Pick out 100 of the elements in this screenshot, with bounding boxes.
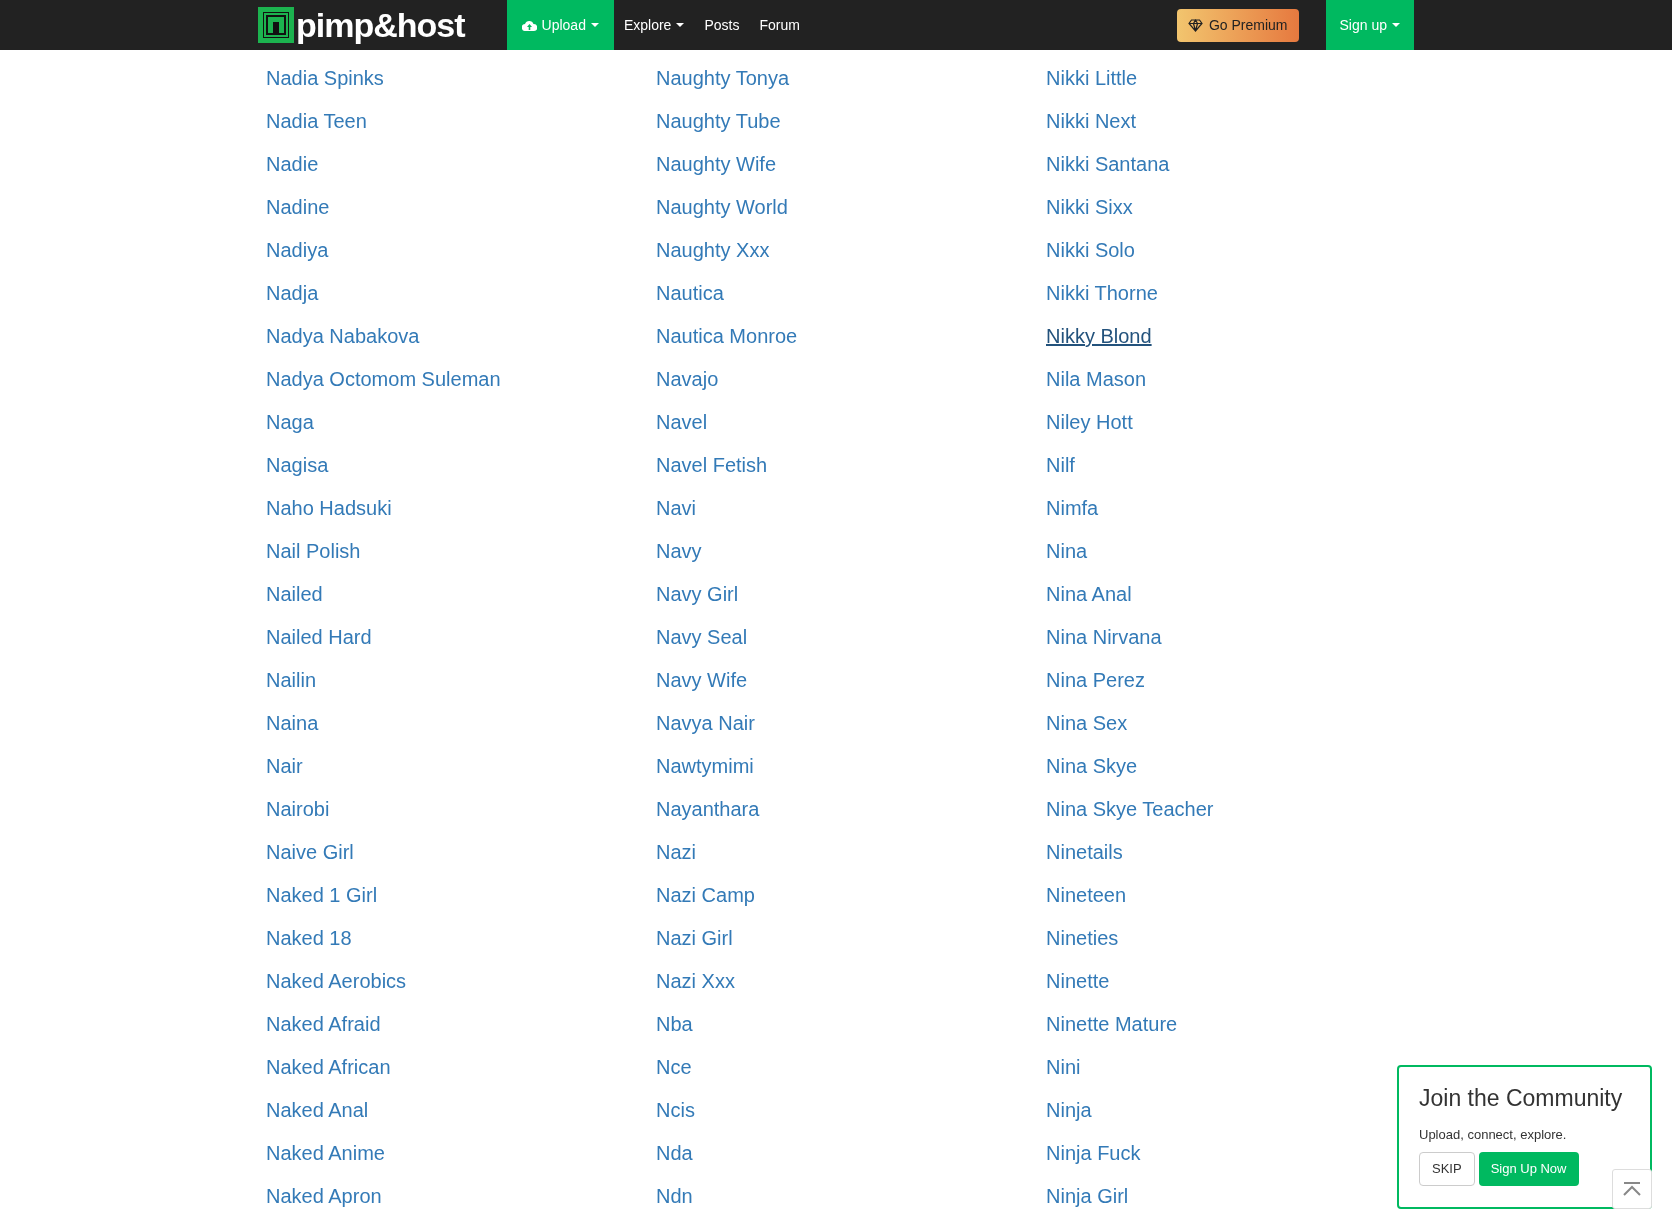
tag-link[interactable]: Naked Afraid bbox=[266, 1003, 381, 1046]
cloud-upload-icon bbox=[521, 19, 537, 31]
tag-link[interactable]: Nadya Octomom Suleman bbox=[266, 358, 501, 401]
tag-link[interactable]: Naughty Xxx bbox=[656, 229, 770, 272]
sign-up-now-button[interactable]: Sign Up Now bbox=[1478, 1152, 1579, 1186]
tag-link[interactable]: Navy Seal bbox=[656, 616, 748, 659]
tag-link[interactable]: Nina Perez bbox=[1046, 659, 1145, 702]
popup-text: Upload, connect, explore. bbox=[1419, 1125, 1568, 1144]
tag-link[interactable]: Nadya Nabakova bbox=[266, 315, 420, 358]
tag-link[interactable]: Nimfa bbox=[1046, 487, 1099, 530]
tag-link[interactable]: Nina bbox=[1046, 530, 1088, 573]
nav-menu-item[interactable]: Upload bbox=[506, 0, 614, 50]
maze-logo-icon bbox=[258, 7, 294, 43]
tag-link[interactable]: Ninette Mature bbox=[1046, 1003, 1178, 1046]
tag-link[interactable]: Nadia Spinks bbox=[266, 57, 384, 100]
tag-link[interactable]: Nazi Girl bbox=[656, 917, 733, 960]
tag-link[interactable]: Niley Hott bbox=[1046, 401, 1133, 444]
tag-link[interactable]: Naked Aerobics bbox=[266, 960, 407, 1003]
tag-link[interactable]: Nadiya bbox=[266, 229, 329, 272]
tag-link[interactable]: Nikki Thorne bbox=[1046, 272, 1158, 315]
tag-link[interactable]: Nikki Solo bbox=[1046, 229, 1135, 272]
tag-link[interactable]: Nazi bbox=[656, 831, 696, 874]
tag-link[interactable]: Nina Skye bbox=[1046, 745, 1138, 788]
caret-icon bbox=[1392, 23, 1400, 27]
tag-link[interactable]: Nadine bbox=[266, 186, 330, 229]
tag-link[interactable]: Ninja Girl bbox=[1046, 1175, 1129, 1218]
go-premium-button[interactable]: Go Premium bbox=[1176, 8, 1299, 42]
tag-link[interactable]: Nair bbox=[266, 745, 303, 788]
tag-link[interactable]: Nayanthara bbox=[656, 788, 760, 831]
tag-link[interactable]: Nikki Next bbox=[1046, 100, 1136, 143]
back-to-top-button[interactable] bbox=[1612, 1169, 1652, 1209]
tag-link[interactable]: Nikki Little bbox=[1046, 57, 1138, 100]
tag-link[interactable]: Nagisa bbox=[266, 444, 329, 487]
popup-title: Join the Community bbox=[1419, 1085, 1624, 1113]
tag-link[interactable]: Nina Sex bbox=[1046, 702, 1128, 745]
tag-link[interactable]: Nailed Hard bbox=[266, 616, 372, 659]
tag-link[interactable]: Navy Girl bbox=[656, 573, 739, 616]
nav-menu-item[interactable]: Explore bbox=[613, 0, 695, 50]
tag-link[interactable]: Navy Wife bbox=[656, 659, 748, 702]
tag-link[interactable]: Nikki Sixx bbox=[1046, 186, 1133, 229]
tag-link[interactable]: Nazi Camp bbox=[656, 874, 755, 917]
tag-link[interactable]: Navya Nair bbox=[656, 702, 755, 745]
nav-menu-item[interactable]: Forum bbox=[749, 0, 810, 50]
tag-link[interactable]: Nadie bbox=[266, 143, 319, 186]
tag-link[interactable]: Nineties bbox=[1046, 917, 1119, 960]
tag-link[interactable]: Navi bbox=[656, 487, 696, 530]
site-logo[interactable]: pimp&host bbox=[258, 7, 465, 43]
nav-menu-item[interactable]: Posts bbox=[694, 0, 750, 50]
tag-link[interactable]: Navy bbox=[656, 530, 702, 573]
tag-link[interactable]: Naked Apron bbox=[266, 1175, 382, 1218]
tag-link[interactable]: Nailin bbox=[266, 659, 317, 702]
tag-link[interactable]: Ninja bbox=[1046, 1089, 1092, 1132]
tag-link[interactable]: Nila Mason bbox=[1046, 358, 1147, 401]
tag-link[interactable]: Naughty Tonya bbox=[656, 57, 790, 100]
tag-link[interactable]: Naina bbox=[266, 702, 319, 745]
tag-link[interactable]: Naho Hadsuki bbox=[266, 487, 392, 530]
tag-link[interactable]: Naked Anime bbox=[266, 1132, 385, 1175]
tag-link[interactable]: Nina Skye Teacher bbox=[1046, 788, 1214, 831]
tag-link[interactable]: Nina Anal bbox=[1046, 573, 1132, 616]
arrow-up-icon bbox=[1623, 1182, 1641, 1196]
tag-link[interactable]: Nawtymimi bbox=[656, 745, 754, 788]
tag-link[interactable]: Nadja bbox=[266, 272, 319, 315]
skip-button[interactable]: SKIP bbox=[1419, 1152, 1475, 1186]
tag-link[interactable]: Nilf bbox=[1046, 444, 1075, 487]
tag-link[interactable]: Nba bbox=[656, 1003, 693, 1046]
tag-link[interactable]: Nautica bbox=[656, 272, 724, 315]
sign-up-menu[interactable]: Sign up bbox=[1325, 0, 1414, 50]
tag-link[interactable]: Nikki Santana bbox=[1046, 143, 1170, 186]
tag-link[interactable]: Nailed bbox=[266, 573, 323, 616]
tag-link[interactable]: Nce bbox=[656, 1046, 692, 1089]
tag-link[interactable]: Naked 1 Girl bbox=[266, 874, 378, 917]
tag-link[interactable]: Naive Girl bbox=[266, 831, 354, 874]
tag-link[interactable]: Ninette bbox=[1046, 960, 1110, 1003]
tag-link[interactable]: Nail Polish bbox=[266, 530, 361, 573]
caret-icon bbox=[590, 23, 599, 27]
tag-link[interactable]: Nini bbox=[1046, 1046, 1081, 1089]
tag-link[interactable]: Ncis bbox=[656, 1089, 695, 1132]
tag-link[interactable]: Ninetails bbox=[1046, 831, 1123, 874]
tag-link[interactable]: Nina Nirvana bbox=[1046, 616, 1162, 659]
tag-link[interactable]: Naked Anal bbox=[266, 1089, 369, 1132]
tag-link[interactable]: Naked African bbox=[266, 1046, 391, 1089]
tag-link[interactable]: Ninja Fuck bbox=[1046, 1132, 1141, 1175]
tag-link[interactable]: Naked 18 bbox=[266, 917, 352, 960]
tag-link[interactable]: Nineteen bbox=[1046, 874, 1127, 917]
tag-link[interactable]: Naughty Wife bbox=[656, 143, 777, 186]
diamond-icon bbox=[1187, 18, 1203, 32]
caret-icon bbox=[676, 23, 685, 27]
tag-link[interactable]: Navajo bbox=[656, 358, 719, 401]
tag-link[interactable]: Nairobi bbox=[266, 788, 330, 831]
tag-link[interactable]: Naughty World bbox=[656, 186, 788, 229]
tag-link[interactable]: Naughty Tube bbox=[656, 100, 781, 143]
tag-link[interactable]: Navel Fetish bbox=[656, 444, 768, 487]
tag-link[interactable]: Nikky Blond bbox=[1046, 315, 1152, 358]
tag-link[interactable]: Navel bbox=[656, 401, 708, 444]
tag-link[interactable]: Nazi Xxx bbox=[656, 960, 735, 1003]
tag-link[interactable]: Nadia Teen bbox=[266, 100, 367, 143]
tag-link[interactable]: Nda bbox=[656, 1132, 693, 1175]
tag-link[interactable]: Naga bbox=[266, 401, 314, 444]
tag-link[interactable]: Nautica Monroe bbox=[656, 315, 798, 358]
tag-link[interactable]: Ndn bbox=[656, 1175, 693, 1218]
